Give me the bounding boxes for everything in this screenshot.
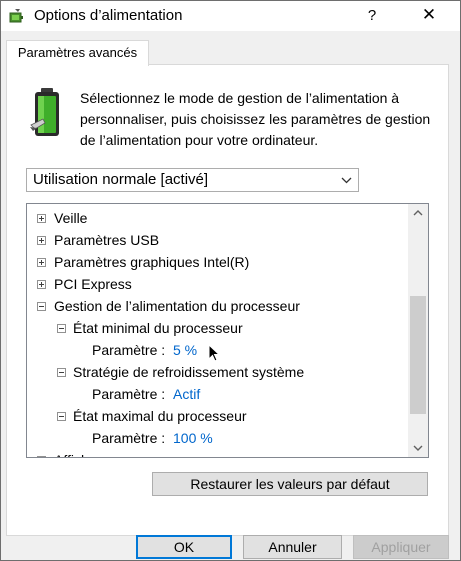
tab-advanced-settings[interactable]: Paramètres avancés [6, 40, 149, 66]
tree-item-label: PCI Express [54, 276, 132, 292]
description-text: Sélectionnez le mode de gestion de l’ali… [80, 90, 431, 148]
scroll-down-arrow-icon[interactable] [408, 439, 428, 457]
cancel-button[interactable]: Annuler [243, 535, 342, 559]
setting-label: Paramètre : [92, 430, 166, 446]
collapse-icon[interactable] [57, 324, 66, 333]
tree-item-label: État maximal du processeur [73, 408, 247, 424]
power-plan-value: Utilisation normale [activé] [33, 171, 209, 188]
setting-label: Paramètre : [92, 386, 166, 402]
window-title: Options d’alimentation [34, 7, 183, 24]
settings-tree[interactable]: Veille Paramètres USB Paramètres graphiq… [26, 203, 429, 458]
setting-value[interactable]: 100 % [173, 427, 213, 449]
expand-icon[interactable] [37, 214, 46, 223]
restore-defaults-button[interactable]: Restaurer les valeurs par défaut [152, 472, 428, 496]
collapse-icon[interactable] [57, 368, 66, 377]
apply-button[interactable]: Appliquer [353, 535, 449, 559]
tree-scrollbar[interactable] [408, 204, 428, 457]
mouse-cursor-icon [208, 344, 220, 362]
tree-item-label: État minimal du processeur [73, 320, 243, 336]
tree-item-label: Paramètres USB [54, 232, 160, 248]
help-button[interactable]: ? [358, 1, 386, 31]
tree-item-label: Veille [54, 210, 88, 226]
tree-item-label: Gestion de l’alimentation du processeur [54, 298, 300, 314]
scroll-thumb[interactable] [410, 296, 426, 414]
tree-item-label: Affichage [54, 449, 112, 457]
expand-icon[interactable] [37, 258, 46, 267]
setting-label: Paramètre : [92, 342, 166, 358]
expand-icon[interactable] [37, 456, 46, 457]
collapse-icon[interactable] [57, 412, 66, 421]
ok-button[interactable]: OK [136, 535, 232, 559]
title-bar[interactable]: Options d’alimentation ? ✕ [1, 1, 460, 31]
power-plan-select[interactable]: Utilisation normale [activé] [26, 168, 359, 192]
expand-icon[interactable] [37, 236, 46, 245]
collapse-icon[interactable] [37, 302, 46, 311]
tree-item-label: Paramètres graphiques Intel(R) [54, 254, 250, 270]
power-options-icon [9, 9, 23, 23]
scroll-up-arrow-icon[interactable] [408, 204, 428, 222]
expand-icon[interactable] [37, 280, 46, 289]
chevron-down-icon [341, 177, 352, 184]
battery-icon [30, 88, 59, 136]
setting-value[interactable]: 5 % [173, 339, 197, 361]
tree-item-label: Stratégie de refroidissement système [73, 364, 305, 380]
power-options-dialog: Options d’alimentation ? ✕ Paramètres av… [0, 0, 461, 561]
close-button[interactable]: ✕ [414, 1, 444, 31]
setting-value[interactable]: Actif [173, 383, 200, 405]
